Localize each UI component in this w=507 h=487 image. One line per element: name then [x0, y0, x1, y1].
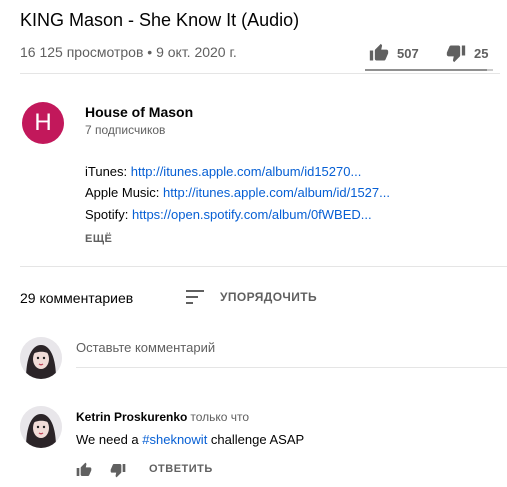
divider [20, 73, 500, 74]
like-button[interactable]: 507 [369, 43, 419, 63]
dislike-button[interactable]: 25 [446, 43, 488, 63]
current-user-avatar [20, 337, 62, 379]
sort-label: УПОРЯДОЧИТЬ [220, 290, 318, 304]
channel-avatar-letter: H [34, 109, 52, 136]
description-line-spotify: Spotify: https://open.spotify.com/album/… [85, 207, 372, 222]
user-photo-icon [20, 337, 62, 379]
channel-name[interactable]: House of Mason [85, 104, 193, 120]
comment-text-after: challenge ASAP [207, 432, 305, 447]
subscriber-count: 7 подписчиков [85, 123, 166, 137]
sentiment-bar-fill [365, 69, 487, 71]
comment-author-avatar[interactable] [20, 406, 62, 448]
comment-header: Ketrin Proskurenko только что [76, 410, 249, 424]
sort-icon [186, 290, 204, 304]
video-views-date: 16 125 просмотров • 9 окт. 2020 г. [20, 44, 237, 60]
description-line-apple-music: Apple Music: http://itunes.apple.com/alb… [85, 185, 390, 200]
comment-dislike-button[interactable] [110, 462, 126, 483]
hashtag-link[interactable]: #sheknowit [142, 432, 207, 447]
comment-text: We need a #sheknowit challenge ASAP [76, 432, 304, 447]
thumbs-up-icon [76, 462, 92, 476]
comment-time[interactable]: только что [190, 410, 249, 424]
comment-like-button[interactable] [76, 462, 92, 483]
description-label: Spotify: [85, 207, 129, 222]
add-comment-underline [76, 367, 507, 368]
add-comment-input[interactable]: Оставьте комментарий [76, 340, 215, 355]
divider [20, 266, 507, 267]
sort-comments-button[interactable]: УПОРЯДОЧИТЬ [186, 290, 317, 304]
apple-music-link[interactable]: http://itunes.apple.com/album/id/1527... [163, 185, 390, 200]
comment-author[interactable]: Ketrin Proskurenko [76, 410, 187, 424]
thumbs-up-icon [369, 43, 389, 61]
description-line-itunes: iTunes: http://itunes.apple.com/album/id… [85, 164, 361, 179]
itunes-link[interactable]: http://itunes.apple.com/album/id15270... [131, 164, 362, 179]
reply-button[interactable]: ОТВЕТИТЬ [149, 463, 213, 475]
thumbs-down-icon [446, 45, 466, 63]
dislike-count: 25 [474, 45, 489, 61]
description-label: iTunes: [85, 164, 128, 179]
like-count: 507 [397, 45, 419, 61]
sentiment-bar [365, 69, 493, 71]
user-photo-icon [20, 406, 62, 448]
video-title: KING Mason - She Know It (Audio) [20, 10, 300, 30]
thumbs-down-icon [110, 464, 126, 478]
comment-text-before: We need a [76, 432, 143, 447]
channel-avatar[interactable]: H [22, 102, 64, 144]
spotify-link[interactable]: https://open.spotify.com/album/0fWBED... [132, 207, 372, 222]
description-label: Apple Music: [85, 185, 160, 200]
comment-count: 29 комментариев [20, 290, 134, 306]
show-more-button[interactable]: ЕЩЁ [85, 233, 112, 245]
